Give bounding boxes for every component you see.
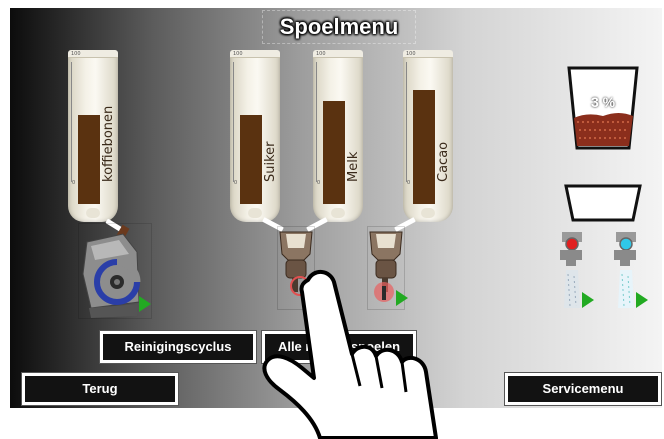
canister-koffiebonen: 100 0 koffiebonen: [68, 50, 118, 222]
level-fill: [413, 90, 435, 204]
cold-water-tap-icon[interactable]: [610, 226, 650, 312]
scale-bottom-label: 0: [72, 180, 76, 186]
hand-pointer-icon: [262, 270, 438, 439]
play-icon[interactable]: [582, 292, 594, 308]
scale-top-label: 100: [71, 51, 81, 57]
scale-top-label: 100: [316, 51, 326, 57]
canister-label: Cacao: [436, 141, 451, 182]
hot-water-tap-icon[interactable]: [556, 226, 596, 312]
servicemenu-button[interactable]: Servicemenu: [505, 373, 661, 405]
terug-button[interactable]: Terug: [22, 373, 178, 405]
level-fill: [78, 115, 100, 204]
page-title: Spoelmenu: [262, 10, 416, 44]
canister-label: Suiker: [263, 141, 278, 182]
scale-bottom-label: 0: [234, 180, 238, 186]
scale-top-label: 100: [233, 51, 243, 57]
play-icon[interactable]: [139, 296, 151, 312]
scale-bottom-label: 0: [317, 180, 321, 186]
canister-melk: 100 0 Melk: [313, 50, 363, 222]
play-icon[interactable]: [636, 292, 648, 308]
reinigingscyclus-button[interactable]: Reinigingscyclus: [100, 331, 256, 363]
drip-tray-icon: [563, 183, 643, 223]
canister-suiker: 100 0 Suiker: [230, 50, 280, 222]
canister-label: koffiebonen: [101, 105, 116, 182]
level-fill: [240, 115, 262, 204]
level-fill: [323, 101, 345, 204]
waste-percent: 3 %: [590, 94, 616, 110]
canister-cacao: 100 0 Cacao: [403, 50, 453, 222]
grinder-icon[interactable]: [78, 223, 152, 319]
scale-bottom-label: 0: [407, 180, 411, 186]
waste-bin-icon: 3 %: [567, 66, 639, 150]
scale-top-label: 100: [406, 51, 416, 57]
canister-label: Melk: [346, 151, 361, 182]
